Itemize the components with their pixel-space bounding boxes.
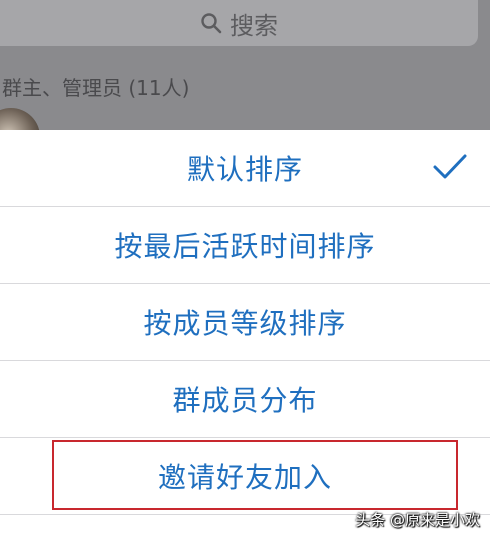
sort-last-active-option[interactable]: 按最后活跃时间排序 (0, 207, 490, 284)
watermark: 头条 @原来是小欢 (355, 511, 480, 529)
checkmark-icon (433, 154, 467, 179)
highlight-box (52, 440, 458, 510)
option-label: 默认排序 (186, 153, 303, 186)
search-bar[interactable]: 搜索 (0, 0, 478, 46)
sort-member-level-option[interactable]: 按成员等级排序 (0, 284, 490, 361)
option-label: 按最后活跃时间排序 (114, 230, 376, 263)
option-label: 按成员等级排序 (143, 307, 347, 340)
members-section-header: 群主、管理员 (11人) (2, 76, 190, 100)
search-label: 搜索 (230, 11, 278, 40)
sort-default-option[interactable]: 默认排序 (0, 130, 490, 207)
member-distribution-option[interactable]: 群成员分布 (0, 361, 490, 438)
search-icon (201, 13, 222, 34)
option-label: 群成员分布 (172, 384, 318, 417)
